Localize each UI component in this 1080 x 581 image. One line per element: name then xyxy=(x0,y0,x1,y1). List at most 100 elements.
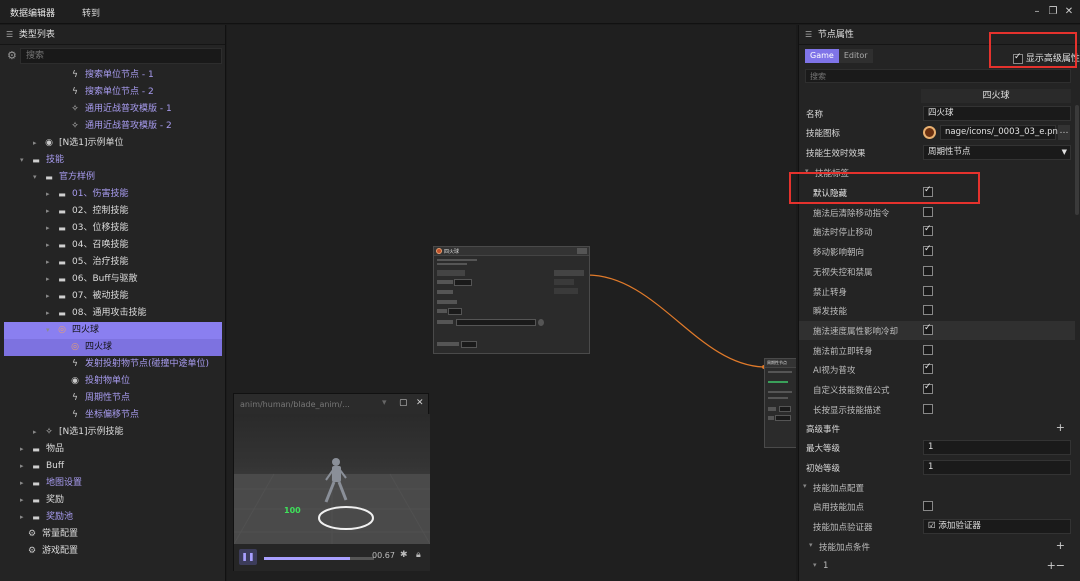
tree-item-label: 物品 xyxy=(46,444,65,454)
effect-select[interactable]: 周期性节点 ▼ xyxy=(923,145,1071,160)
chevron-right-icon[interactable]: ▸ xyxy=(20,475,30,492)
node-main[interactable]: 四火球 xyxy=(433,246,590,354)
pause-button[interactable]: ❚❚ xyxy=(239,549,257,565)
flag-checkbox[interactable] xyxy=(923,344,933,355)
tree-item[interactable]: ϟ 发射投射物节点(碰撞中途单位) xyxy=(4,356,222,373)
tree-item[interactable]: ▸ ✧ [N选1]示例技能 xyxy=(4,424,222,441)
minimize-icon[interactable]: – xyxy=(1030,5,1044,19)
add-remove-icon[interactable]: +− xyxy=(1047,559,1065,572)
flag-checkbox[interactable] xyxy=(923,403,933,414)
tree-item[interactable]: ◎ 四火球 xyxy=(4,339,222,356)
icon-path-field[interactable]: nage/icons/_0003_03_e.png xyxy=(940,125,1063,140)
tree-item[interactable]: ▸ ▬ 04、召唤技能 xyxy=(4,237,222,254)
chevron-right-icon[interactable]: ▸ xyxy=(20,458,30,475)
chevron-down-icon[interactable]: ▾ xyxy=(382,398,387,408)
chevron-right-icon[interactable]: ▸ xyxy=(46,220,56,237)
browse-button[interactable]: … xyxy=(1058,125,1070,140)
tree-item[interactable]: ⚙ 游戏配置 xyxy=(4,543,222,560)
tree-item[interactable]: ▸ ▬ 03、位移技能 xyxy=(4,220,222,237)
tree-item[interactable]: ◉ 投射物单位 xyxy=(4,373,222,390)
restore-icon[interactable]: ❐ xyxy=(1046,5,1060,19)
value-column-header: 四火球 xyxy=(921,89,1071,103)
tree-item[interactable]: ▾ ▬ 官方样例 xyxy=(4,169,222,186)
tree-item[interactable]: ▸ ▬ 地图设置 xyxy=(4,475,222,492)
flag-checkbox[interactable] xyxy=(923,382,933,394)
tree-item[interactable]: ▾ ▬ 技能 xyxy=(4,152,222,169)
close-icon[interactable]: ✕ xyxy=(416,398,424,408)
tree-item[interactable]: ▸ ▬ 07、被动技能 xyxy=(4,288,222,305)
tree-item[interactable]: ▸ ▬ 奖励池 xyxy=(4,509,222,526)
collapse-arrow-icon[interactable]: ▾ xyxy=(803,482,807,490)
tree-item[interactable]: ▸ ▬ Buff xyxy=(4,458,222,475)
tree-item[interactable]: ϟ 搜索单位节点 - 2 xyxy=(4,84,222,101)
chevron-right-icon[interactable]: ▸ xyxy=(33,135,43,152)
tree-item[interactable]: ✧ 通用近战普攻模版 - 2 xyxy=(4,118,222,135)
chevron-right-icon[interactable]: ▸ xyxy=(46,271,56,288)
tree-item[interactable]: ϟ 周期性节点 xyxy=(4,390,222,407)
enable-points-checkbox[interactable] xyxy=(923,501,933,511)
init-level-field[interactable]: 1 xyxy=(923,460,1071,475)
add-icon[interactable]: + xyxy=(1056,539,1065,552)
tree-item[interactable]: ▸ ▬ 08、通用攻击技能 xyxy=(4,305,222,322)
tab-editor[interactable]: Editor xyxy=(838,49,873,63)
chevron-right-icon[interactable]: ▸ xyxy=(20,492,30,509)
tree-item[interactable]: ▸ ◉ [N选1]示例单位 xyxy=(4,135,222,152)
tree-item[interactable]: ▸ ▬ 01、伤害技能 xyxy=(4,186,222,203)
tree-item[interactable]: ▸ ▬ 02、控制技能 xyxy=(4,203,222,220)
tree-item[interactable]: ▸ ▬ 物品 xyxy=(4,441,222,458)
chevron-down-icon[interactable]: ▾ xyxy=(33,169,43,186)
chevron-right-icon[interactable]: ▸ xyxy=(20,509,30,526)
flag-checkbox[interactable] xyxy=(923,265,933,276)
chevron-down-icon[interactable]: ▾ xyxy=(46,322,56,339)
lock-icon[interactable]: 🔒︎ xyxy=(416,550,421,560)
flag-checkbox[interactable] xyxy=(923,362,933,375)
tab-game[interactable]: Game xyxy=(805,49,839,63)
scrollbar[interactable] xyxy=(1075,105,1079,215)
scene-render xyxy=(234,458,430,544)
timeline-slider[interactable] xyxy=(264,557,374,560)
tree-item[interactable]: ϟ 坐标偏移节点 xyxy=(4,407,222,424)
flag-checkbox[interactable] xyxy=(923,323,933,335)
node-target[interactable]: 周期性节点 xyxy=(764,358,796,448)
flag-checkbox[interactable] xyxy=(923,305,933,316)
tree-item[interactable]: ▸ ▬ 05、治疗技能 xyxy=(4,254,222,271)
name-field[interactable]: 四火球 xyxy=(923,106,1071,121)
chevron-right-icon[interactable]: ▸ xyxy=(46,288,56,305)
flag-row: 移动影响朝向 xyxy=(799,242,1075,261)
figure-icon[interactable]: ✱ xyxy=(400,550,408,560)
flag-checkbox[interactable] xyxy=(923,244,933,257)
tree-item[interactable]: ▸ ▬ 奖励 xyxy=(4,492,222,509)
tree-item[interactable]: ϟ 搜索单位节点 - 1 xyxy=(4,67,222,84)
max-level-field[interactable]: 1 xyxy=(923,440,1071,455)
flag-checkbox[interactable] xyxy=(923,206,933,217)
menu-goto[interactable]: 转到 xyxy=(82,6,100,19)
chevron-right-icon[interactable]: ▸ xyxy=(33,424,43,441)
anim-path-select[interactable]: anim/human/blade_anim/... xyxy=(240,398,390,411)
folder-icon: ▬ xyxy=(45,173,53,182)
property-search-input[interactable] xyxy=(805,69,1071,83)
gear-icon[interactable]: ⚙ xyxy=(7,49,17,62)
node-main-menu[interactable] xyxy=(577,248,587,254)
tree-item[interactable]: ▾ ◎ 四火球 xyxy=(4,322,222,339)
chevron-right-icon[interactable]: ▸ xyxy=(46,305,56,322)
add-icon[interactable]: + xyxy=(1056,421,1065,434)
chevron-right-icon[interactable]: ▸ xyxy=(46,203,56,220)
chevron-right-icon[interactable]: ▸ xyxy=(20,441,30,458)
chevron-right-icon[interactable]: ▸ xyxy=(46,254,56,271)
add-validator-button[interactable]: ☑︎ 添加验证器 xyxy=(923,519,1071,534)
tree-item[interactable]: ▸ ▬ 06、Buff与驱散 xyxy=(4,271,222,288)
flag-row: 施法时停止移动 xyxy=(799,222,1075,241)
close-icon[interactable]: ✕ xyxy=(1062,5,1076,19)
maximize-icon[interactable]: ▢ xyxy=(399,398,408,408)
flag-checkbox[interactable] xyxy=(923,285,933,296)
tree-item[interactable]: ✧ 通用近战普攻模版 - 1 xyxy=(4,101,222,118)
chevron-right-icon[interactable]: ▸ xyxy=(46,186,56,203)
flag-checkbox[interactable] xyxy=(923,224,933,237)
collapse-arrow-icon[interactable]: ▾ xyxy=(809,541,813,549)
collapse-arrow-icon[interactable]: ▾ xyxy=(813,561,817,569)
chevron-right-icon[interactable]: ▸ xyxy=(46,237,56,254)
preview-viewport[interactable]: 100 xyxy=(234,414,430,544)
tree-item[interactable]: ⚙ 常量配置 xyxy=(4,526,222,543)
type-search-input[interactable] xyxy=(20,48,222,64)
chevron-down-icon[interactable]: ▾ xyxy=(20,152,30,169)
